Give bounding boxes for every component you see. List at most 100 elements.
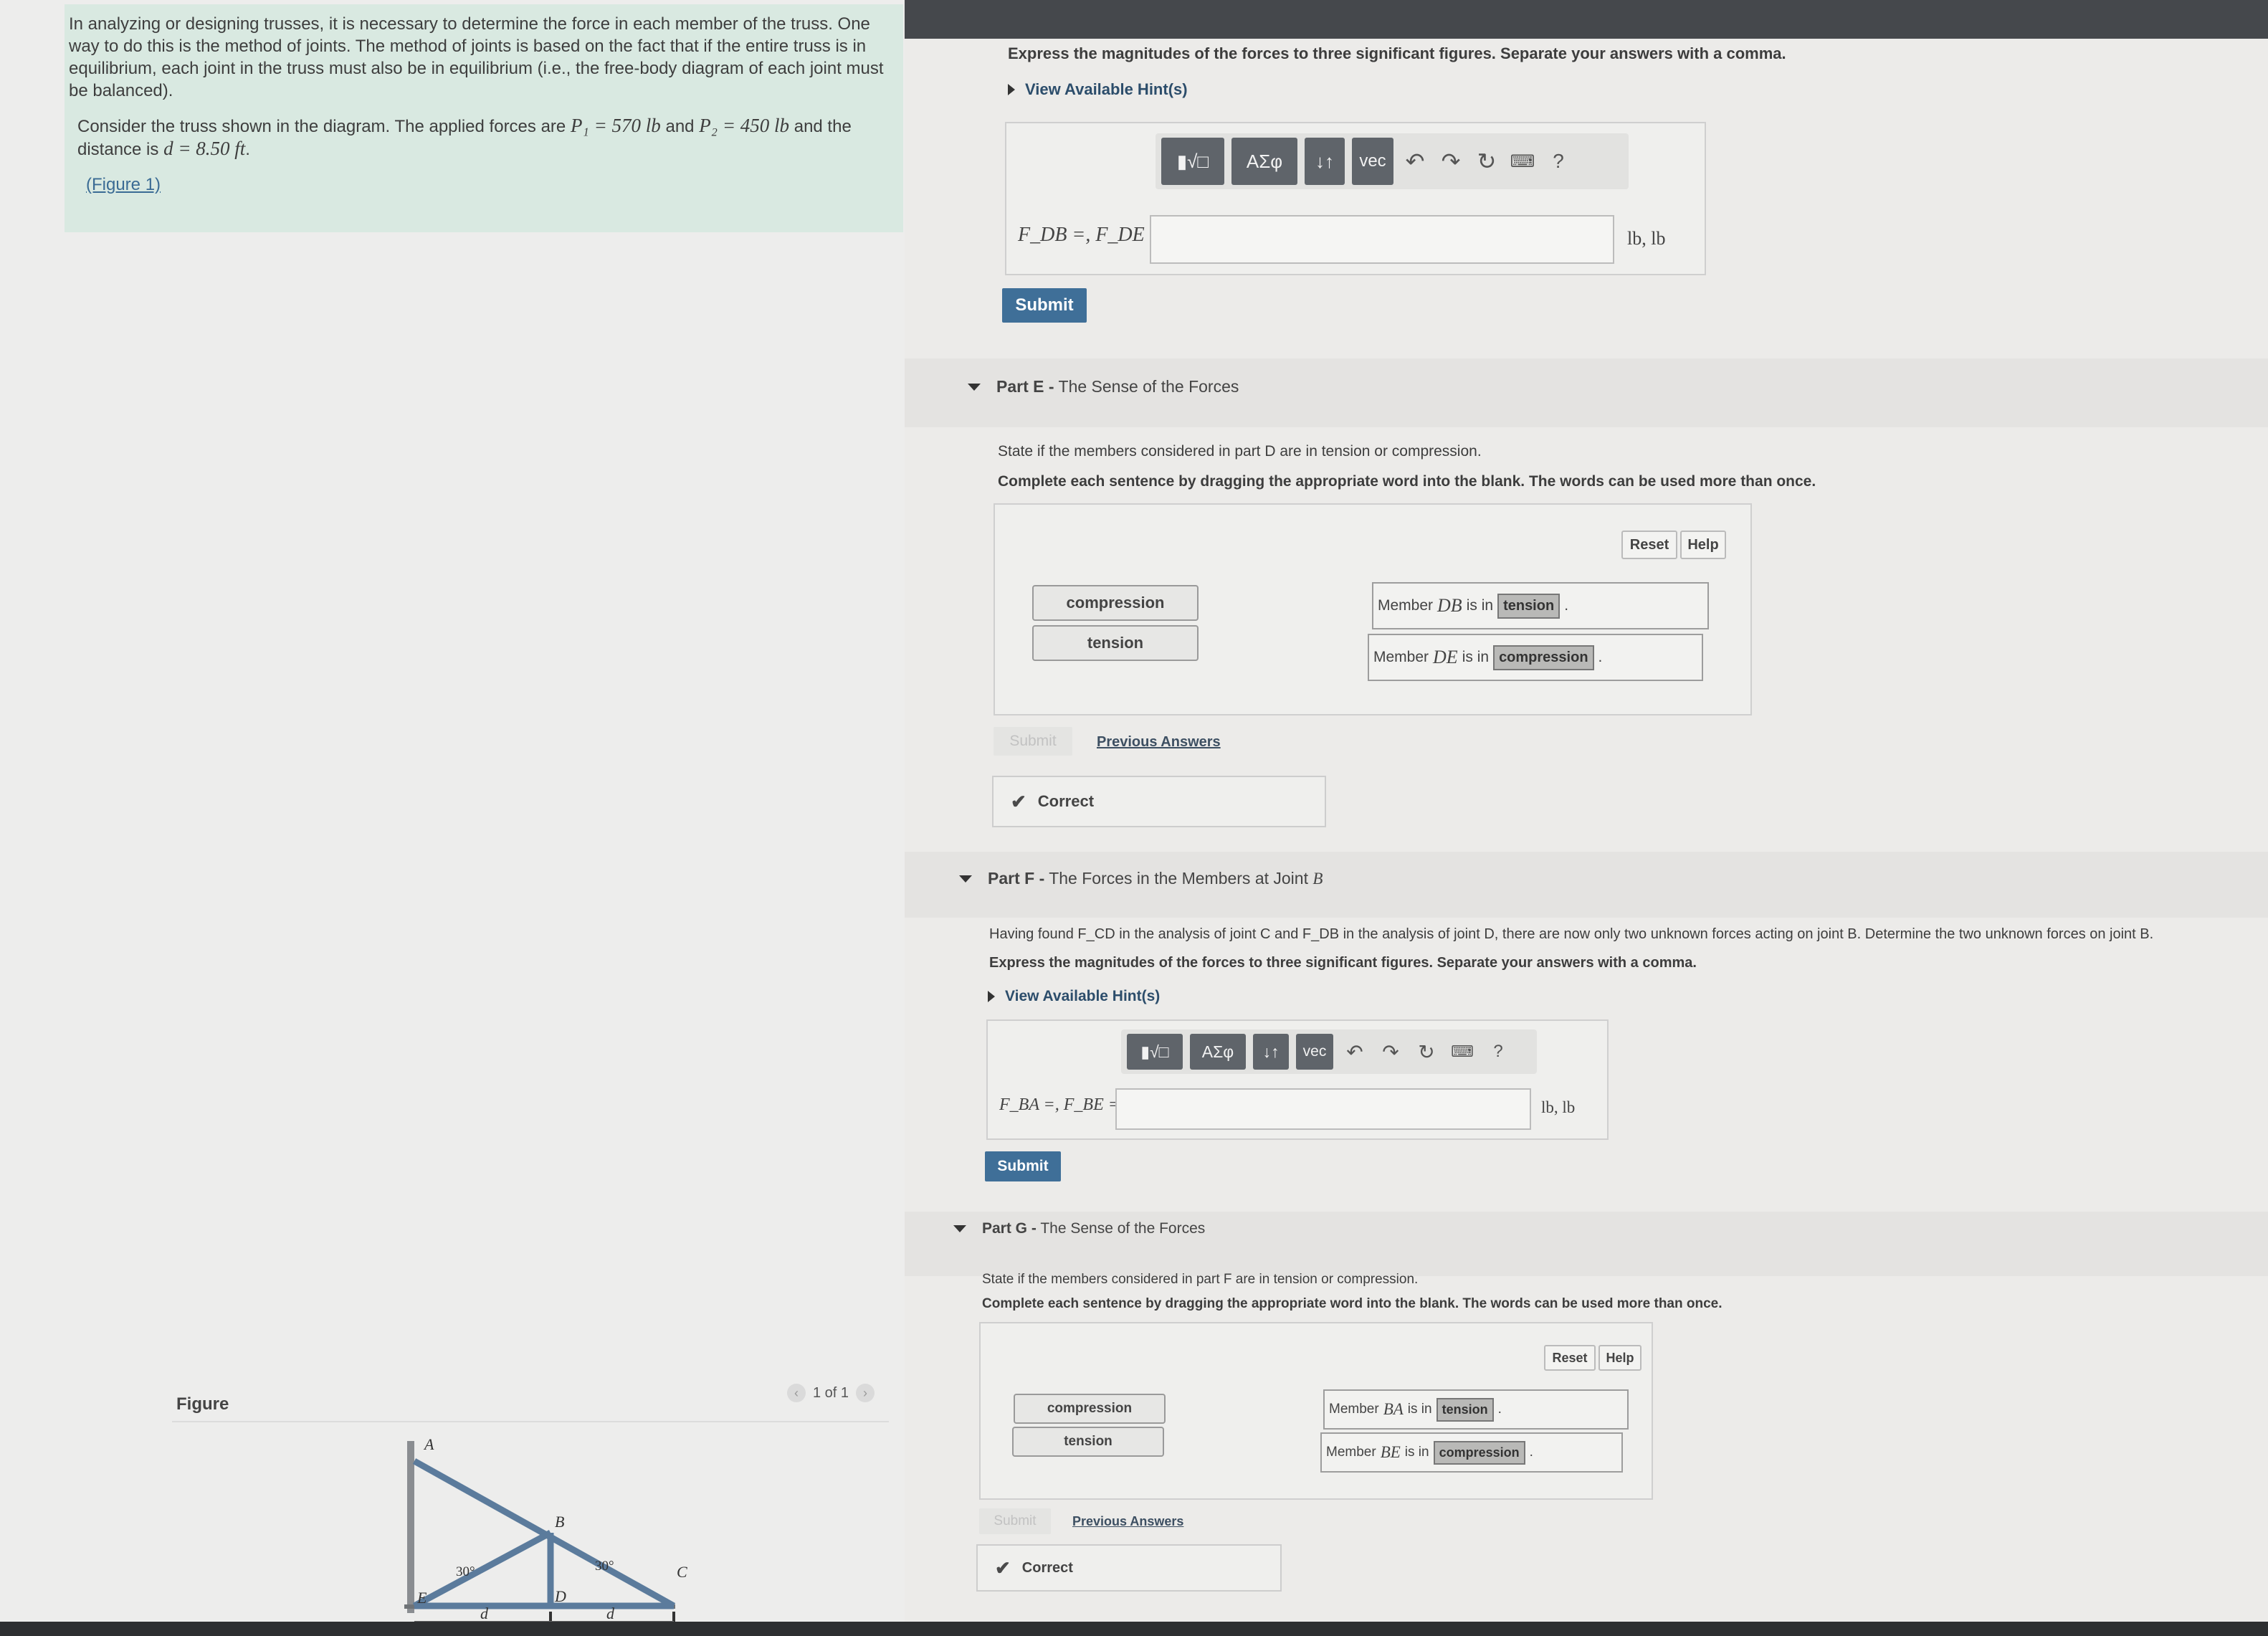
part-e-title-text: The Sense of the Forces [1058,377,1239,396]
figure-pager: ‹ 1 of 1 › [787,1384,875,1402]
part-d-instruction: Express the magnitudes of the forces to … [1008,44,1786,62]
problem-intro-box: In analyzing or designing trusses, it is… [65,4,903,232]
answer-slot-ba[interactable]: tension [1436,1397,1494,1422]
part-g-title[interactable]: Part G - The Sense of the Forces [953,1220,1205,1237]
part-f-equation-label: F_BA =, F_BE = [999,1095,1120,1114]
sentence-dot: . [1598,649,1603,665]
part-f-prompt: Having found F_CD in the analysis of joi… [989,926,2154,942]
p1-value: P₁ = 570 lb [570,115,661,136]
sentence-prefix: Member [1326,1445,1376,1460]
member-eb [412,1530,553,1609]
part-f-answer-input[interactable] [1115,1088,1531,1130]
part-g-instruction: Complete each sentence by dragging the a… [982,1296,1723,1311]
label-angle-left: 30° [456,1564,475,1579]
redo-icon[interactable]: ↷ [1436,148,1465,175]
member-be: BE [1380,1443,1401,1461]
label-d1: d [480,1604,489,1622]
part-d-toolbar: ▮√□ ΑΣφ ↓↑ vec ↶ ↷ ↻ ⌨ ? [1156,133,1629,189]
arrows-button[interactable]: ↓↑ [1253,1034,1289,1070]
part-d-submit-button[interactable]: Submit [1002,288,1087,323]
part-g-prompt: State if the members considered in part … [982,1272,1419,1287]
arrows-button[interactable]: ↓↑ [1305,138,1345,185]
sentence-member-ba: Member BA is in tension . [1323,1389,1629,1430]
label-c: C [677,1563,687,1581]
part-f-title[interactable]: Part F - The Forces in the Members at Jo… [959,869,1323,888]
problem-panel: In analyzing or designing trusses, it is… [0,0,905,1636]
undo-icon[interactable]: ↶ [1340,1040,1369,1064]
period: . [245,140,250,159]
help-icon[interactable]: ? [1544,150,1573,173]
part-e-previous-answers-link[interactable]: Previous Answers [1097,734,1221,751]
check-icon: ✔ [1011,790,1026,812]
caret-right-icon [1008,84,1015,95]
label-b: B [555,1513,564,1531]
part-g-help-button[interactable]: Help [1598,1345,1642,1371]
sentence-mid: is in [1466,597,1494,614]
part-e-submit-button[interactable]: Submit [994,727,1072,756]
sentence-prefix: Member [1329,1402,1379,1417]
distance-value: d = 8.50 ft [163,138,246,159]
word-chip-tension[interactable]: tension [1032,625,1199,661]
part-g-drag-area: Reset Help compression tension Member BA… [979,1322,1653,1500]
part-g-title-text: The Sense of the Forces [1040,1220,1206,1237]
sentence-dot: . [1497,1402,1502,1417]
label-d2: d [606,1604,615,1622]
part-g-reset-button[interactable]: Reset [1544,1345,1596,1371]
sentence-mid: is in [1404,1445,1429,1460]
part-f-hint-label: View Available Hint(s) [1005,988,1161,1004]
part-e-reset-button[interactable]: Reset [1621,531,1677,559]
greek-button[interactable]: ΑΣφ [1231,138,1297,185]
sentence-prefix: Member [1373,649,1429,665]
greek-button[interactable]: ΑΣφ [1190,1034,1246,1070]
figure-link[interactable]: (Figure 1) [86,175,161,194]
wall-support [407,1441,414,1613]
reset-icon[interactable]: ↻ [1472,148,1501,175]
pager-text: 1 of 1 [813,1384,849,1401]
chevron-right-icon[interactable]: › [856,1384,875,1402]
part-e-help-button[interactable]: Help [1680,531,1726,559]
caret-right-icon [988,991,995,1002]
word-chip-compression[interactable]: compression [1014,1394,1166,1424]
truss-diagram: A B C D E 30° 30° d d [404,1435,687,1635]
answer-slot-be[interactable]: compression [1433,1440,1525,1465]
part-g-previous-answers-link[interactable]: Previous Answers [1072,1514,1183,1529]
part-d-hint[interactable]: View Available Hint(s) [1008,80,1188,99]
figure-title: Figure [176,1394,229,1414]
chevron-left-icon[interactable]: ‹ [787,1384,806,1402]
part-f-submit-button[interactable]: Submit [985,1151,1061,1181]
figure-divider [172,1421,889,1422]
templates-button[interactable]: ▮√□ [1127,1034,1183,1070]
answer-slot-db[interactable]: tension [1497,593,1561,619]
sentence-member-be: Member BE is in compression . [1320,1432,1623,1473]
answer-slot-de[interactable]: compression [1493,645,1594,670]
part-d-answer-input[interactable] [1150,215,1614,264]
intro-text: In analyzing or designing trusses, it is… [69,14,884,100]
part-g-submit-button[interactable]: Submit [979,1508,1051,1534]
answer-panel: Express the magnitudes of the forces to … [905,39,2268,1622]
redo-icon[interactable]: ↷ [1376,1040,1405,1064]
vec-button[interactable]: vec [1352,138,1393,185]
part-f-toolbar: ▮√□ ΑΣφ ↓↑ vec ↶ ↷ ↻ ⌨ ? [1121,1029,1537,1074]
help-icon[interactable]: ? [1484,1042,1512,1062]
sentence-mid: is in [1462,649,1490,665]
undo-icon[interactable]: ↶ [1401,148,1429,175]
part-d-answer-box: ▮√□ ΑΣφ ↓↑ vec ↶ ↷ ↻ ⌨ ? F_DB =, F_DE = … [1005,122,1706,275]
reset-icon[interactable]: ↻ [1412,1040,1441,1064]
part-d-units: lb, lb [1627,228,1666,249]
label-d: D [554,1587,566,1605]
part-g-correct-banner: ✔ Correct [976,1544,1282,1592]
word-chip-tension[interactable]: tension [1012,1427,1164,1457]
sentence-member-db: Member DB is in tension . [1372,582,1709,629]
part-f-hint[interactable]: View Available Hint(s) [988,988,1160,1005]
word-chip-compression[interactable]: compression [1032,585,1199,621]
sentence-dot: . [1564,597,1569,614]
given-values: Consider the truss shown in the diagram.… [69,115,885,161]
templates-button[interactable]: ▮√□ [1161,138,1224,185]
sentence-mid: is in [1407,1402,1432,1417]
keyboard-icon[interactable]: ⌨ [1448,1042,1477,1061]
part-g-correct-text: Correct [1021,1559,1073,1576]
keyboard-icon[interactable]: ⌨ [1508,151,1537,172]
part-e-title[interactable]: Part E - The Sense of the Forces [968,377,1239,396]
vec-button[interactable]: vec [1296,1034,1333,1070]
label-e: E [416,1589,427,1607]
